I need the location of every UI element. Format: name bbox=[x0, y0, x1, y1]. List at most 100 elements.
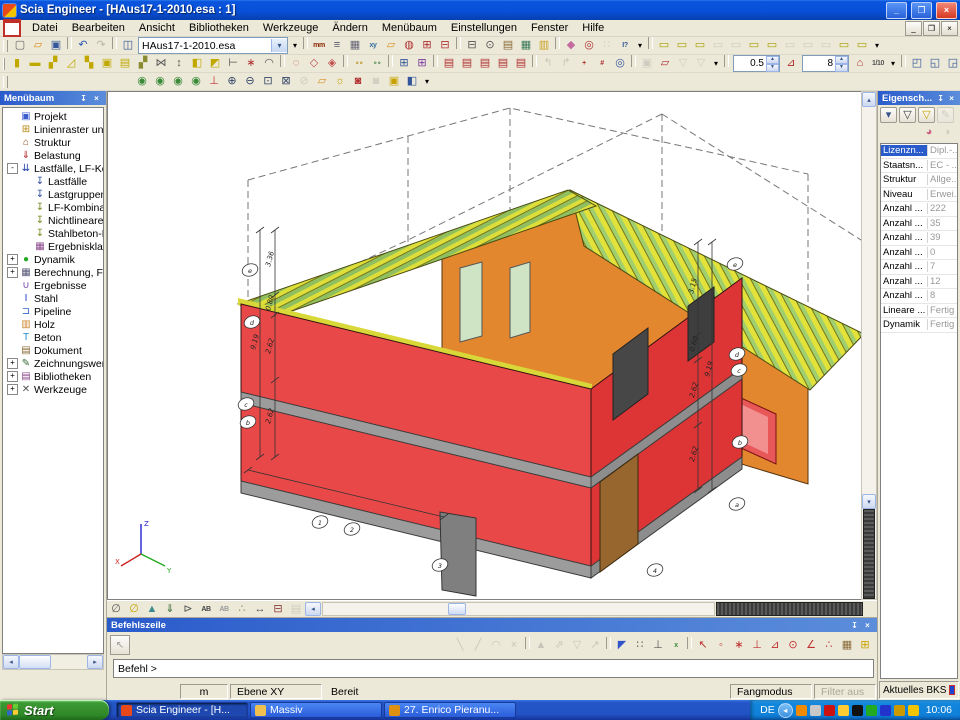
command-input[interactable]: Befehl > bbox=[113, 659, 874, 678]
scroll-thumb[interactable] bbox=[19, 655, 51, 669]
paperspace-icon[interactable]: ▥ bbox=[535, 37, 553, 54]
beam-slope-icon[interactable]: ◿ bbox=[62, 55, 80, 72]
mesh-refine-icon[interactable]: ∷ bbox=[598, 37, 616, 54]
tree-expander[interactable]: + bbox=[7, 358, 18, 369]
show-toggle-12-icon[interactable]: ▭ bbox=[853, 37, 871, 54]
load-scale-spinner[interactable]: ▲▼ bbox=[733, 55, 780, 72]
toolbar-icon[interactable] bbox=[456, 37, 461, 49]
snap-icon[interactable] bbox=[525, 637, 530, 649]
viewport-vertical-scrollbar[interactable]: ▴ ▾ bbox=[861, 91, 877, 600]
ratio-icon[interactable]: 1/10 bbox=[869, 55, 887, 72]
window-settings-icon[interactable]: ◲ bbox=[944, 55, 960, 72]
scroll-right-icon[interactable]: ▸ bbox=[87, 655, 103, 669]
duplicate-window-icon[interactable]: ◱ bbox=[926, 55, 944, 72]
count-spinner[interactable]: ▲▼ bbox=[802, 55, 849, 72]
document-window-icon[interactable] bbox=[3, 19, 21, 37]
toolbar-icon[interactable] bbox=[901, 55, 906, 67]
haunch-icon[interactable]: ▚ bbox=[80, 55, 98, 72]
snap-mode-field[interactable]: Fangmodus bbox=[730, 684, 812, 699]
print-preview-icon[interactable]: ⊙ bbox=[481, 37, 499, 54]
dot-grid-icon[interactable]: ∷ bbox=[631, 637, 649, 654]
gable-door-opening[interactable] bbox=[460, 262, 482, 342]
toolbar-icon[interactable] bbox=[648, 37, 653, 49]
count-input[interactable] bbox=[803, 58, 835, 69]
show-toggle-11-icon[interactable]: ▭ bbox=[835, 37, 853, 54]
basement-wall[interactable] bbox=[440, 512, 476, 596]
tools-dropdown-icon[interactable]: ▾ bbox=[634, 37, 646, 54]
toolbar-icon[interactable] bbox=[67, 37, 72, 49]
house-model[interactable] bbox=[238, 190, 861, 596]
zoom-scroll-thumb[interactable] bbox=[716, 602, 863, 616]
tree-item[interactable]: ▦ Ergebnisklasse bbox=[3, 240, 103, 253]
command-panel-title[interactable]: Befehlszeile ↧ × bbox=[107, 618, 877, 632]
save-view-icon[interactable]: ▣ bbox=[638, 55, 656, 72]
view-direction-4-icon[interactable]: ◉ bbox=[187, 73, 205, 90]
shading-icon[interactable]: ∅ bbox=[107, 601, 125, 617]
select-polygon-icon[interactable]: ◇ bbox=[305, 55, 323, 72]
scissors-icon[interactable]: ⋈ bbox=[152, 55, 170, 72]
duct-icon[interactable]: ▤ bbox=[116, 55, 134, 72]
pin-icon[interactable]: ↧ bbox=[849, 620, 860, 631]
tree-item[interactable]: ↧ Lastgruppen bbox=[3, 188, 103, 201]
catalog-icon[interactable]: ▦ bbox=[346, 37, 364, 54]
view-direction-3-icon[interactable]: ◉ bbox=[169, 73, 187, 90]
results-diagram-1-icon[interactable]: ▤ bbox=[440, 55, 458, 72]
tree-expander[interactable]: + bbox=[7, 371, 18, 382]
certificate-tray-icon[interactable] bbox=[838, 705, 849, 716]
line-grid-snap-icon[interactable]: ⊥ bbox=[649, 637, 667, 654]
title-bar[interactable]: Scia Engineer - [HAus17-1-2010.esa : 1] … bbox=[0, 0, 960, 20]
printer-tray-icon[interactable] bbox=[810, 705, 821, 716]
toolbar-icon[interactable] bbox=[303, 37, 308, 49]
scroll-down-icon[interactable]: ▾ bbox=[862, 494, 876, 509]
results-diagram-4-icon[interactable]: ▤ bbox=[494, 55, 512, 72]
snapshot-gray-icon[interactable]: ◙ bbox=[367, 73, 385, 90]
print-icon[interactable]: ⊟ bbox=[463, 37, 481, 54]
origin-move-icon[interactable]: ◎ bbox=[611, 55, 629, 72]
grid-edit-icon[interactable]: # bbox=[593, 55, 611, 72]
taskbar-task[interactable]: 27. Enrico Pieranu... bbox=[384, 702, 516, 718]
project-window-icon[interactable]: ◫ bbox=[119, 37, 137, 54]
property-row[interactable]: Struktur Allge... bbox=[881, 173, 957, 188]
snapshot-icon[interactable]: ◙ bbox=[349, 73, 367, 90]
opening-icon[interactable]: ▣ bbox=[98, 55, 116, 72]
results-diagram-2-icon[interactable]: ▤ bbox=[458, 55, 476, 72]
bks-field[interactable]: Aktuelles BKS bbox=[879, 681, 959, 699]
snap-perpendicular-icon[interactable]: ⊥ bbox=[748, 637, 766, 654]
toolbar-icon[interactable] bbox=[724, 55, 729, 67]
snap-ray-icon[interactable]: ╱ bbox=[469, 637, 487, 654]
tree-item[interactable]: ↧ Lastfälle bbox=[3, 175, 103, 188]
snap-endpoint-icon[interactable]: ↖ bbox=[694, 637, 712, 654]
tree-expander[interactable]: + bbox=[7, 254, 18, 265]
tree-item[interactable]: ∪ Ergebnisse bbox=[3, 279, 103, 292]
toolbar-icon[interactable] bbox=[532, 55, 537, 67]
pin-icon[interactable]: ↧ bbox=[78, 93, 89, 104]
snap-edge-icon[interactable]: ∠ bbox=[802, 637, 820, 654]
intersection-icon[interactable]: ∗ bbox=[242, 55, 260, 72]
property-row[interactable]: Dynamik Fertig bbox=[881, 318, 957, 333]
show-toggle-2-icon[interactable]: ▭ bbox=[673, 37, 691, 54]
new-project-icon[interactable]: ▢ bbox=[11, 37, 29, 54]
show-labels-icon[interactable]: AB bbox=[197, 601, 215, 617]
show-toggle-3-icon[interactable]: ▭ bbox=[691, 37, 709, 54]
show-toggle-6-icon[interactable]: ▭ bbox=[745, 37, 763, 54]
tree-item[interactable]: + ▦ Berechnung, FE-N bbox=[3, 266, 103, 279]
menu-werkzeuge[interactable]: Werkzeuge bbox=[256, 21, 325, 35]
scroll-up-icon[interactable]: ▴ bbox=[862, 92, 876, 107]
document-icon[interactable]: ▤ bbox=[499, 37, 517, 54]
cursor-snap-icon[interactable]: ◤ bbox=[613, 637, 631, 654]
joint-icon[interactable]: ⊢ bbox=[224, 55, 242, 72]
tree-item[interactable]: ▣ Projekt bbox=[3, 110, 103, 123]
tree-item[interactable]: + ✕ Werkzeuge bbox=[3, 383, 103, 396]
new-window-icon[interactable]: ◰ bbox=[908, 55, 926, 72]
property-row[interactable]: Anzahl ... 0 bbox=[881, 246, 957, 261]
menu-aendern[interactable]: Ändern bbox=[325, 21, 374, 35]
save-icon[interactable]: ▣ bbox=[47, 37, 65, 54]
viewport-horizontal-scrollbar[interactable] bbox=[322, 602, 715, 616]
tree-item[interactable]: ⇓ Belastung bbox=[3, 149, 103, 162]
snap-line-icon[interactable]: ╲ bbox=[451, 637, 469, 654]
spin-down-icon[interactable]: ▼ bbox=[766, 64, 779, 72]
show-loads-icon[interactable]: ⇓ bbox=[161, 601, 179, 617]
taskbar-task[interactable]: Scia Engineer - [H... bbox=[116, 702, 248, 718]
show-supports-icon[interactable]: ▲ bbox=[143, 601, 161, 617]
filter-flash-icon[interactable]: ▽ bbox=[918, 107, 935, 123]
